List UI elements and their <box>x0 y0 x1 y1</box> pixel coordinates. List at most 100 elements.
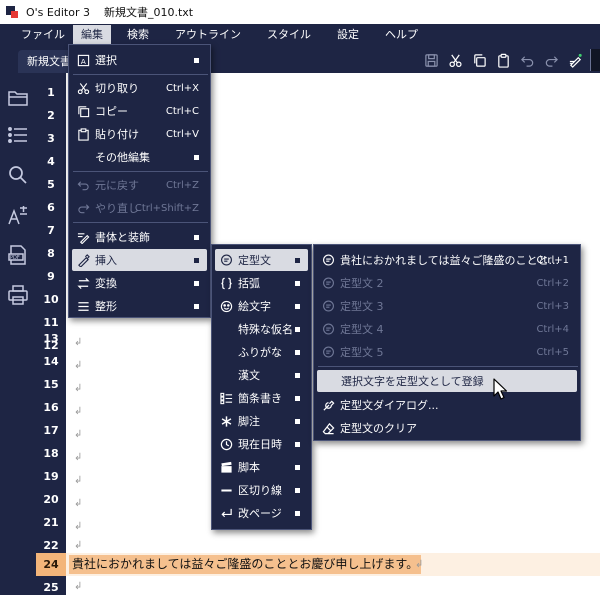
text-size-icon[interactable] <box>6 203 30 227</box>
svg-text:A: A <box>80 56 85 65</box>
menu-edit[interactable]: 編集 <box>73 25 111 45</box>
line-number: 19 <box>43 470 59 483</box>
line-number: 1 <box>47 86 55 99</box>
menu-item-undo[interactable]: 元に戻す Ctrl+Z <box>72 174 207 196</box>
menu-item-divider[interactable]: 区切り線 <box>215 479 308 501</box>
menu-item-register-selection[interactable]: 選択文字を定型文として登録 <box>317 370 577 392</box>
paste-icon[interactable] <box>491 50 515 70</box>
return-arrow-icon <box>219 506 233 520</box>
line-number: 16 <box>43 401 59 414</box>
menu-item-boilerplate[interactable]: 定型文 <box>215 249 308 271</box>
menu-item-bullets[interactable]: 箇条書き <box>215 387 308 409</box>
eol-mark: ↲ <box>415 559 424 570</box>
submenu-arrow <box>194 257 199 263</box>
menu-item-boilerplate-1[interactable]: 貴社におかれましては益々ご隆盛のことと... Ctrl+1 <box>317 249 577 271</box>
menu-item-redo[interactable]: やり直し Ctrl+Shift+Z <box>72 197 207 219</box>
eol-mark: ↲ <box>74 452 83 463</box>
menu-item-footnote[interactable]: 脚注 <box>215 410 308 432</box>
eol-mark: ↲ <box>74 337 83 348</box>
title-bar: O's Editor 3 新規文書_010.txt <box>0 0 600 24</box>
menu-item-emoji[interactable]: 絵文字 <box>215 295 308 317</box>
convert-arrows-icon <box>76 276 90 290</box>
menu-outline[interactable]: アウトライン <box>167 25 249 45</box>
menu-item-furigana[interactable]: ふりがな <box>215 341 308 363</box>
eol-mark: ↲ <box>74 521 83 532</box>
menu-item-special-kana[interactable]: 特殊な仮名 <box>215 318 308 340</box>
menu-item-boilerplate-5[interactable]: 定型文 5 Ctrl+5 <box>317 341 577 363</box>
submenu-arrow <box>295 257 300 263</box>
menu-item-insert[interactable]: 挿入 <box>72 249 207 271</box>
line-number: 17 <box>43 424 59 437</box>
submenu-arrow <box>295 372 300 378</box>
cut-icon <box>76 81 90 95</box>
eol-mark: ↲ <box>74 406 83 417</box>
braces-icon <box>219 276 233 290</box>
print-icon[interactable] <box>6 283 30 307</box>
speech-bubble-icon <box>321 322 335 336</box>
current-line-number: 24 <box>36 553 66 576</box>
select-icon: A <box>76 53 90 67</box>
menu-bar: ファイル 編集 検索 アウトライン スタイル 設定 ヘルプ <box>0 24 600 46</box>
menu-item-script[interactable]: 脚本 <box>215 456 308 478</box>
menu-item-brackets[interactable]: 括弧 <box>215 272 308 294</box>
eol-mark: ↲ <box>74 383 83 394</box>
submenu-arrow <box>194 154 199 160</box>
menu-item-boilerplate-clear[interactable]: 定型文のクリア <box>317 417 577 439</box>
submenu-arrow <box>295 464 300 470</box>
copy-icon[interactable] <box>467 50 491 70</box>
bullet-list-icon <box>219 391 233 405</box>
selected-text[interactable]: 貴社におかれましては益々ご隆盛のこととお慶び申し上げます。 <box>69 555 422 574</box>
toolbar <box>419 50 587 70</box>
submenu-arrow <box>295 280 300 286</box>
menu-file[interactable]: ファイル <box>13 25 73 45</box>
paste-icon <box>76 127 90 141</box>
menu-separator <box>73 74 208 75</box>
search-icon[interactable] <box>6 163 30 187</box>
menu-item-other-edit[interactable]: その他編集 <box>72 146 207 168</box>
horizontal-rule-icon <box>219 483 233 497</box>
save-icon[interactable] <box>419 50 443 70</box>
undo-icon[interactable] <box>515 50 539 70</box>
asterisk-icon <box>219 414 233 428</box>
line-number: 4 <box>47 155 55 168</box>
menu-settings[interactable]: 設定 <box>329 25 367 45</box>
cut-icon[interactable] <box>443 50 467 70</box>
menu-separator <box>318 366 578 367</box>
folder-icon[interactable] <box>6 86 30 110</box>
menu-item-copy[interactable]: コピー Ctrl+C <box>72 100 207 122</box>
menu-item-boilerplate-3[interactable]: 定型文 3 Ctrl+3 <box>317 295 577 317</box>
redo-icon <box>76 201 90 215</box>
submenu-arrow <box>295 510 300 516</box>
speech-bubble-icon <box>321 253 335 267</box>
menu-item-boilerplate-dialog[interactable]: 定型文ダイアログ... <box>317 394 577 416</box>
menu-help[interactable]: ヘルプ <box>377 25 426 45</box>
boilerplate-submenu: 貴社におかれましては益々ご隆盛のことと... Ctrl+1 定型文 2 Ctrl… <box>313 244 581 441</box>
submenu-arrow <box>295 395 300 401</box>
line-number-gutter: 1 2 3 4 5 6 7 8 9 10 11 12 13 14 15 16 1… <box>36 73 66 595</box>
redo-icon[interactable] <box>539 50 563 70</box>
eol-mark: ↲ <box>74 429 83 440</box>
line-number: 15 <box>43 378 59 391</box>
pen-icon[interactable] <box>563 50 587 70</box>
submenu-arrow <box>295 349 300 355</box>
menu-item-format[interactable]: 書体と装飾 <box>72 226 207 248</box>
menu-item-datetime[interactable]: 現在日時 <box>215 433 308 455</box>
menu-style[interactable]: スタイル <box>259 25 319 45</box>
menu-search[interactable]: 検索 <box>119 25 157 45</box>
undo-icon <box>76 178 90 192</box>
menu-item-page-break[interactable]: 改ページ <box>215 502 308 524</box>
line-number: 8 <box>47 247 55 260</box>
submenu-arrow <box>295 487 300 493</box>
menu-item-arrange[interactable]: 整形 <box>72 295 207 317</box>
menu-separator <box>73 222 208 223</box>
pdf-icon[interactable]: PDF <box>6 243 30 267</box>
menu-item-boilerplate-4[interactable]: 定型文 4 Ctrl+4 <box>317 318 577 340</box>
menu-item-convert[interactable]: 変換 <box>72 272 207 294</box>
line-number: 18 <box>43 447 59 460</box>
menu-item-paste[interactable]: 貼り付け Ctrl+V <box>72 123 207 145</box>
menu-item-cut[interactable]: 切り取り Ctrl+X <box>72 77 207 99</box>
menu-item-select[interactable]: A 選択 <box>72 49 207 71</box>
menu-item-boilerplate-2[interactable]: 定型文 2 Ctrl+2 <box>317 272 577 294</box>
menu-item-kanbun[interactable]: 漢文 <box>215 364 308 386</box>
list-icon[interactable] <box>6 123 30 147</box>
